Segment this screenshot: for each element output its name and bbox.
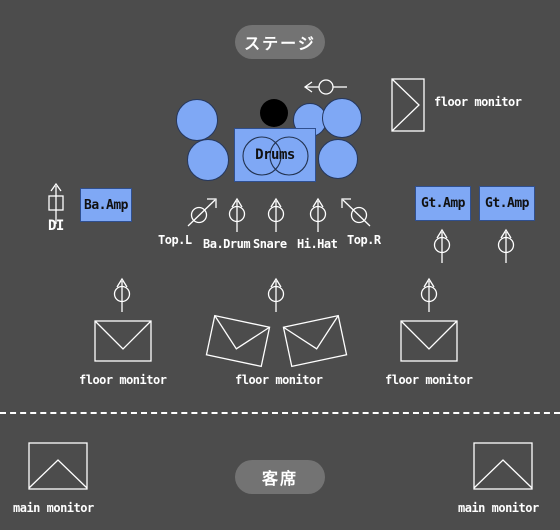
bass-amp-label: Ba.Amp — [84, 197, 128, 213]
side-fill-mic[interactable] — [303, 77, 349, 97]
main-monitor-left[interactable] — [28, 442, 88, 490]
overhead-left-mic[interactable] — [184, 197, 220, 229]
di-box-label: DI — [48, 218, 64, 234]
bass-drum-mic-label: Ba.Drum — [203, 237, 251, 251]
guitar-amp-left-mic[interactable] — [431, 228, 453, 264]
drum-circle-tom-lower-right[interactable] — [318, 139, 358, 179]
vocal-mic-right[interactable] — [418, 277, 440, 313]
floor-monitor-left[interactable] — [94, 320, 152, 362]
floor-monitor-right-label: floor monitor — [385, 373, 473, 387]
overhead-right-mic[interactable] — [338, 197, 374, 229]
floor-monitor-side-right-label: floor monitor — [434, 95, 522, 109]
snare-mic-label: Snare — [253, 237, 287, 251]
hi-hat-mic[interactable] — [307, 197, 329, 233]
floor-monitor-left-label: floor monitor — [79, 373, 167, 387]
main-monitor-left-label: main monitor — [13, 501, 94, 515]
vocal-mic-center[interactable] — [265, 277, 287, 313]
drums-box-label: Drums — [255, 147, 295, 163]
audience-zone-label: 客席 — [235, 460, 325, 494]
drum-circle-stool-black[interactable] — [260, 99, 288, 127]
guitar-amp-right-box[interactable]: Gt.Amp — [479, 186, 535, 221]
floor-monitor-side-right[interactable] — [391, 78, 425, 132]
bass-amp-box[interactable]: Ba.Amp — [80, 188, 132, 222]
drum-circle-tom-lower-left[interactable] — [187, 139, 229, 181]
stage-audience-divider — [0, 412, 560, 414]
vocal-mic-left[interactable] — [111, 277, 133, 313]
stage-plot-diagram: ステージ floor monitor Drums DI Ba.Amp Top.L… — [0, 0, 560, 530]
snare-mic[interactable] — [265, 197, 287, 233]
overhead-right-mic-label: Top.R — [347, 233, 381, 247]
guitar-amp-left-label: Gt.Amp — [421, 196, 465, 211]
floor-monitor-right[interactable] — [400, 320, 458, 362]
stage-zone-label: ステージ — [235, 25, 325, 59]
drums-box[interactable]: Drums — [234, 128, 316, 182]
guitar-amp-right-mic[interactable] — [495, 228, 517, 264]
audience-zone-label-text: 客席 — [261, 469, 298, 488]
floor-monitor-center-left[interactable] — [205, 314, 271, 368]
drum-circle-tom-upper-left[interactable] — [176, 99, 218, 141]
hi-hat-mic-label: Hi.Hat — [297, 237, 338, 251]
floor-monitor-center-right[interactable] — [282, 314, 348, 368]
floor-monitor-center-label: floor monitor — [235, 373, 323, 387]
bass-drum-mic[interactable] — [226, 197, 248, 233]
guitar-amp-right-label: Gt.Amp — [485, 196, 529, 211]
drum-circle-tom-upper-right[interactable] — [322, 98, 362, 138]
stage-zone-label-text: ステージ — [244, 34, 316, 53]
overhead-left-mic-label: Top.L — [158, 233, 192, 247]
main-monitor-right-label: main monitor — [458, 501, 539, 515]
main-monitor-right[interactable] — [473, 442, 533, 490]
guitar-amp-left-box[interactable]: Gt.Amp — [415, 186, 471, 221]
